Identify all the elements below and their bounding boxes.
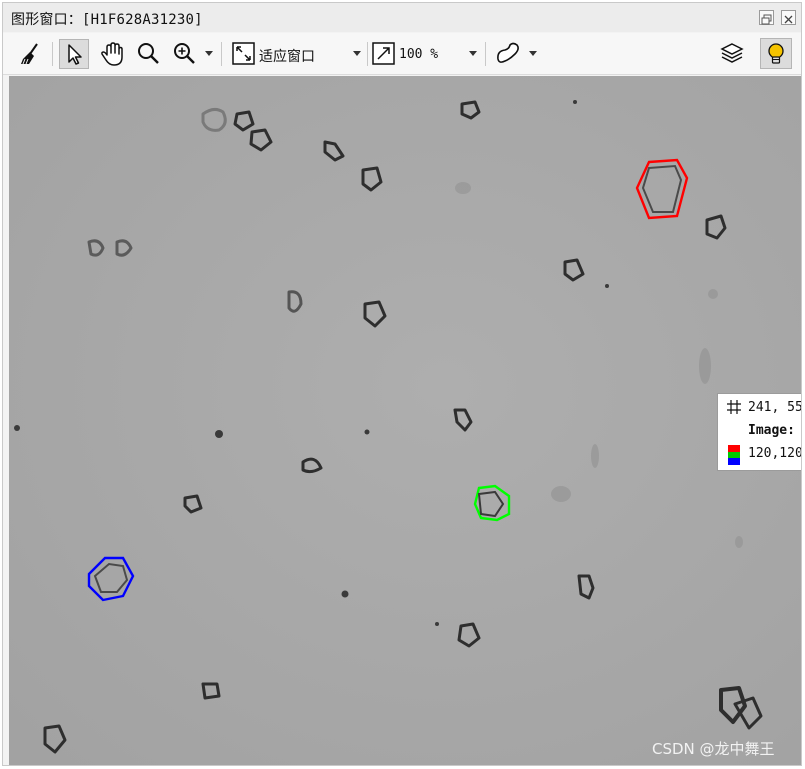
restore-icon	[761, 14, 772, 25]
zoom-level-value[interactable]: 100 %	[399, 47, 438, 62]
pointer-tool-button[interactable]	[59, 39, 89, 69]
microscope-image	[9, 76, 801, 765]
separator	[52, 42, 53, 66]
fit-window-label[interactable]: 适应窗口	[259, 46, 315, 66]
crosshair-icon	[727, 400, 741, 414]
toolbar: 适应窗口 100 %	[3, 33, 801, 75]
region-dropdown-arrow[interactable]	[529, 51, 537, 56]
region-draw-icon	[497, 42, 519, 63]
fit-window-icon	[232, 42, 255, 65]
zoom-level-icon	[372, 42, 395, 65]
rgb-swatch-icon	[728, 445, 740, 465]
watermark: CSDN @龙中舞王	[652, 740, 775, 758]
zoom-level-button[interactable]	[369, 39, 399, 69]
pixel-rgb-values: 120,120,120	[748, 446, 801, 461]
pixel-coordinates: 241, 556	[748, 400, 801, 415]
pan-tool-button[interactable]	[97, 39, 127, 69]
zoom-in-button[interactable]	[169, 39, 199, 69]
separator	[367, 42, 368, 66]
lightbulb-icon	[768, 43, 784, 64]
pan-hand-icon	[101, 42, 123, 66]
pixel-info-popup: 241, 556 Image: 120,120,120	[717, 393, 801, 471]
pointer-icon	[68, 44, 82, 65]
broom-icon	[21, 43, 38, 65]
restore-window-button[interactable]	[759, 10, 774, 25]
zoom-in-icon	[174, 43, 195, 64]
layers-icon	[720, 43, 744, 63]
draw-region-button[interactable]	[493, 39, 523, 69]
zoom-level-dropdown-arrow[interactable]	[469, 51, 477, 56]
graphics-window: 图形窗口：[H1F628A31230] 适应窗口 100 % 241, 55 I…	[2, 2, 802, 766]
image-canvas[interactable]: 241, 556 Image: 120,120,120	[9, 76, 801, 765]
window-title: 图形窗口：[H1F628A31230]	[11, 12, 203, 28]
clear-button[interactable]	[15, 39, 45, 69]
close-window-button[interactable]	[781, 10, 796, 25]
pixel-info-label: Image:	[748, 423, 795, 438]
fit-window-button[interactable]	[229, 39, 259, 69]
close-icon	[784, 15, 793, 24]
magnify-tool-button[interactable]	[133, 39, 163, 69]
separator	[485, 42, 486, 66]
pixel-info-toggle-button[interactable]	[760, 38, 792, 69]
magnifier-icon	[138, 43, 159, 64]
separator	[221, 42, 222, 66]
zoom-dropdown-arrow[interactable]	[205, 51, 213, 56]
fit-dropdown-arrow[interactable]	[353, 51, 361, 56]
layers-button[interactable]	[717, 39, 747, 69]
title-bar: 图形窗口：[H1F628A31230]	[3, 3, 801, 32]
